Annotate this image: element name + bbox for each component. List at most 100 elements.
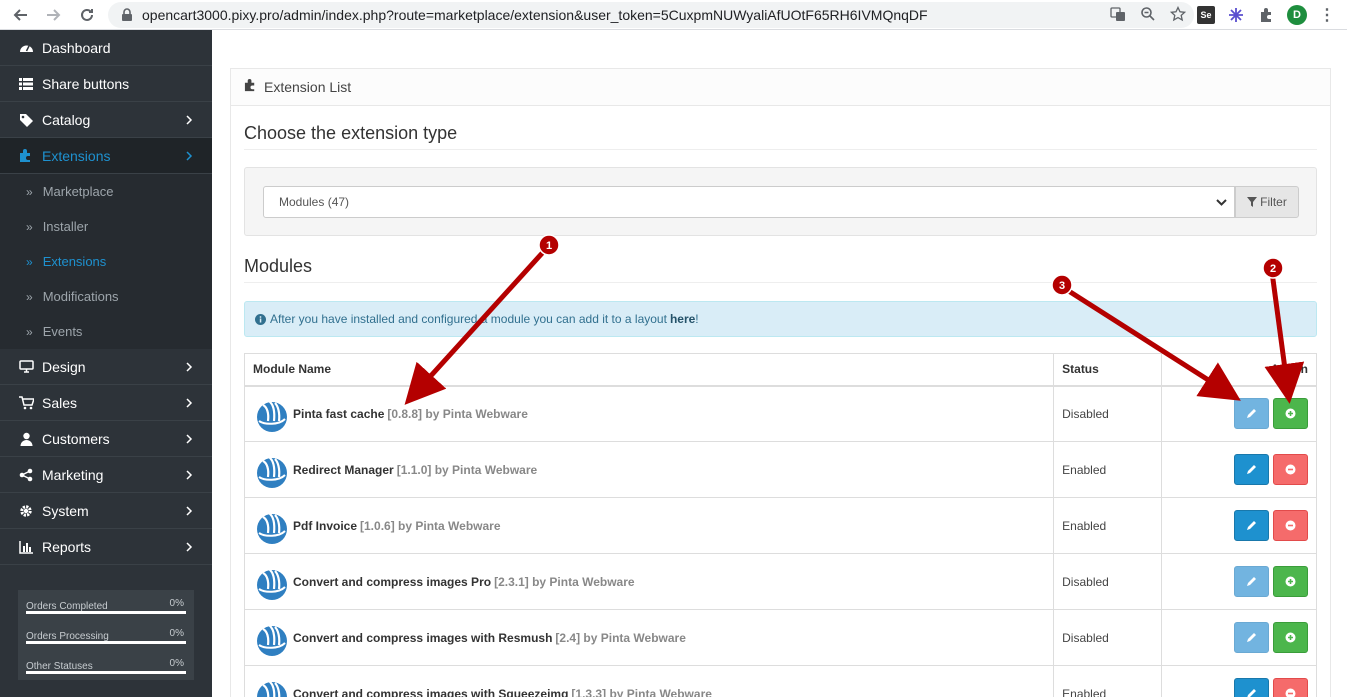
sidebar-item-reports[interactable]: Reports <box>0 529 212 565</box>
forward-icon[interactable] <box>38 0 68 30</box>
edit-button[interactable] <box>1234 622 1269 653</box>
zoom-icon[interactable] <box>1140 6 1156 25</box>
install-button[interactable] <box>1273 566 1308 597</box>
sidebar-item-design[interactable]: Design <box>0 349 212 385</box>
module-action-cell <box>1161 441 1317 498</box>
install-button[interactable] <box>1273 622 1308 653</box>
table-row: Pdf Invoice [1.0.6] by Pinta Webware Enabl… <box>243 497 1317 554</box>
share-icon <box>18 467 34 483</box>
cart-icon <box>18 395 34 411</box>
info-alert: After you have installed and configured … <box>244 301 1317 337</box>
column-header-module-name[interactable]: Module Name <box>243 353 1055 387</box>
module-name-cell: Pinta fast cache [0.8.8] by Pinta Webware <box>243 385 1055 442</box>
module-status: Disabled <box>1062 406 1109 421</box>
order-stats: Orders Completed 0% Orders Processing 0%… <box>18 590 194 680</box>
module-name-cell: Convert and compress images Pro [2.3.1] b… <box>243 553 1055 610</box>
list-icon <box>18 76 34 92</box>
module-name-cell: Convert and compress images with Squeeze… <box>243 665 1055 697</box>
stat-orders-processing: Orders Processing 0% <box>26 628 186 644</box>
module-name: Redirect Manager <box>293 462 394 477</box>
pencil-icon <box>1247 465 1256 474</box>
sidebar-subitem-modifications[interactable]: » Modifications <box>0 279 212 314</box>
module-status: Enabled <box>1062 686 1107 697</box>
pencil-icon <box>1247 689 1256 697</box>
divider <box>244 149 1317 150</box>
browser-toolbar: opencart3000.pixy.pro/admin/index.php?ro… <box>0 0 1347 30</box>
uninstall-button[interactable] <box>1273 678 1308 697</box>
sidebar-item-extensions[interactable]: Extensions <box>0 138 212 174</box>
extension-list-panel: Extension List Choose the extension type… <box>230 68 1331 697</box>
minus-circle-icon <box>1285 520 1296 531</box>
panel-heading: Extension List <box>231 69 1330 106</box>
table-row: Convert and compress images Pro [2.3.1] b… <box>243 553 1317 610</box>
sidebar-item-sales[interactable]: Sales <box>0 385 212 421</box>
pencil-icon <box>1247 577 1256 586</box>
dashboard-icon <box>18 40 34 56</box>
address-bar[interactable]: opencart3000.pixy.pro/admin/index.php?ro… <box>108 2 1194 28</box>
sidebar-subitem-events[interactable]: » Events <box>0 314 212 349</box>
progress-bar <box>26 671 186 674</box>
module-status-cell: Disabled <box>1053 553 1163 610</box>
module-version: [1.0.6] by Pinta Webware <box>360 518 501 533</box>
module-name: Convert and compress images Pro <box>293 574 492 589</box>
profile-avatar[interactable]: D <box>1287 5 1307 25</box>
sidebar-item-system[interactable]: System <box>0 493 212 529</box>
extension-type-select[interactable]: Modules (47) <box>263 186 1235 218</box>
module-status: Disabled <box>1062 630 1109 645</box>
module-name: Pinta fast cache <box>293 406 385 421</box>
plus-circle-icon <box>1285 576 1296 587</box>
star-icon[interactable] <box>1169 5 1187 25</box>
bar-chart-icon <box>18 539 34 555</box>
module-action-cell <box>1161 609 1317 666</box>
edit-button[interactable] <box>1234 510 1269 541</box>
sidebar-subitem-marketplace[interactable]: » Marketplace <box>0 174 212 209</box>
chevron-right-icon <box>186 506 193 516</box>
sidebar-item-share-buttons[interactable]: Share buttons <box>0 66 212 102</box>
sidebar-subitem-installer[interactable]: » Installer <box>0 209 212 244</box>
module-name: Convert and compress images with Resmush <box>293 630 553 645</box>
modules-heading: Modules <box>244 256 313 276</box>
pencil-icon <box>1247 521 1256 530</box>
snowflake-extension-icon[interactable] <box>1227 6 1245 24</box>
module-name: Pdf Invoice <box>293 518 358 533</box>
puzzle-extensions-icon[interactable] <box>1257 6 1275 24</box>
pinta-ship-logo-icon <box>257 455 287 488</box>
translate-icon[interactable] <box>1110 6 1126 25</box>
seo-extension-icon[interactable]: Se <box>1197 6 1215 24</box>
chevron-right-icon <box>186 542 193 552</box>
filter-button[interactable]: Filter <box>1235 186 1299 218</box>
sidebar-subitem-extensions[interactable]: » Extensions <box>0 244 212 279</box>
table-row: Pinta fast cache [0.8.8] by Pinta Webware… <box>243 385 1317 442</box>
module-status-cell: Enabled <box>1053 441 1163 498</box>
menu-kebab-icon[interactable]: ⋮ <box>1319 5 1335 25</box>
install-button[interactable] <box>1273 398 1308 430</box>
table-row: Redirect Manager [1.1.0] by Pinta Webware… <box>243 441 1317 498</box>
sidebar-item-marketing[interactable]: Marketing <box>0 457 212 493</box>
module-status-cell: Disabled <box>1053 385 1163 442</box>
plus-circle-icon <box>1285 408 1296 419</box>
edit-button[interactable] <box>1234 398 1269 430</box>
uninstall-button[interactable] <box>1273 510 1308 541</box>
module-status-cell: Enabled <box>1053 497 1163 554</box>
column-header-status[interactable]: Status <box>1053 353 1163 387</box>
module-action-cell <box>1161 553 1317 610</box>
minus-circle-icon <box>1285 688 1296 697</box>
edit-button[interactable] <box>1234 678 1269 697</box>
edit-button[interactable] <box>1234 454 1269 485</box>
lock-icon <box>120 8 134 22</box>
reload-icon[interactable] <box>72 0 102 30</box>
choose-type-heading: Choose the extension type <box>244 123 458 143</box>
edit-button[interactable] <box>1234 566 1269 597</box>
module-status: Enabled <box>1062 518 1107 533</box>
back-icon[interactable] <box>6 0 36 30</box>
sidebar-item-dashboard[interactable]: Dashboard <box>0 30 212 66</box>
progress-bar <box>26 611 186 614</box>
module-version: [1.3.3] by Pinta Webware <box>571 686 712 697</box>
layout-link[interactable]: here <box>670 312 695 326</box>
table-row: Convert and compress images with Squeeze… <box>243 665 1317 697</box>
sidebar-item-catalog[interactable]: Catalog <box>0 102 212 138</box>
uninstall-button[interactable] <box>1273 454 1308 485</box>
module-status: Enabled <box>1062 462 1107 477</box>
sidebar-item-customers[interactable]: Customers <box>0 421 212 457</box>
module-version: [2.4] by Pinta Webware <box>555 630 686 645</box>
